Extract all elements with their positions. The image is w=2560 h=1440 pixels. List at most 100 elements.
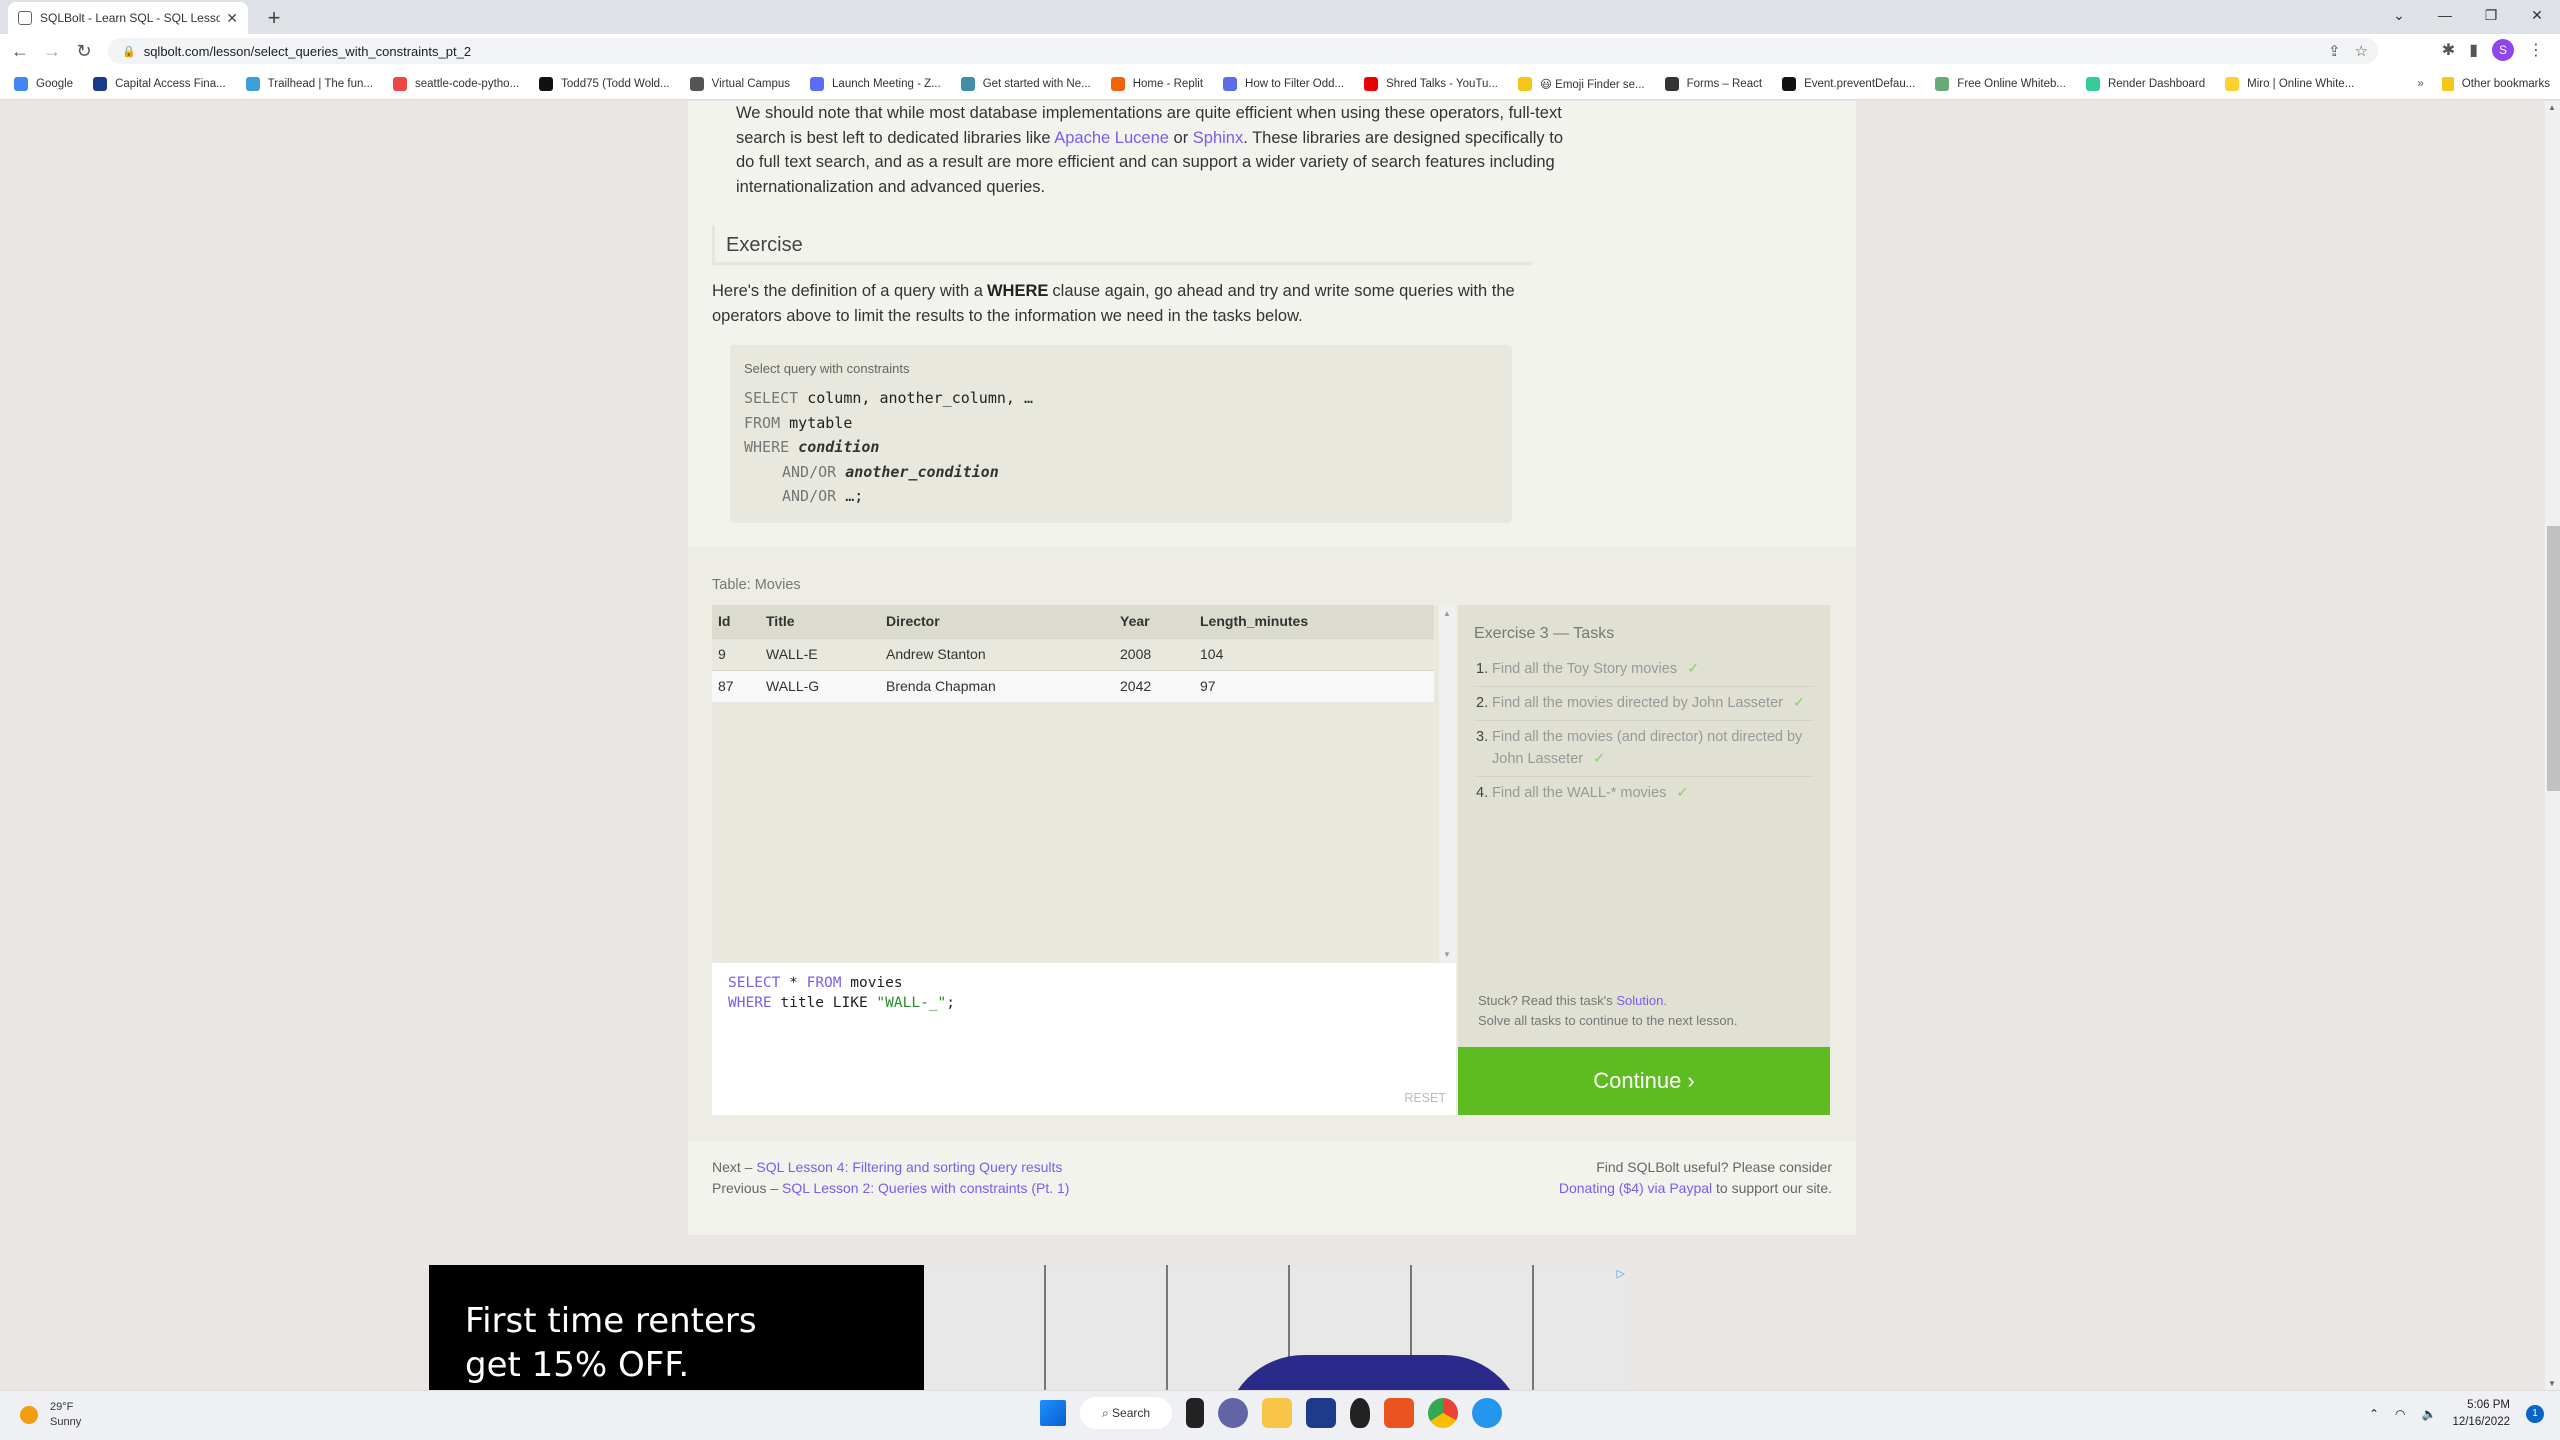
table-cell: 9: [712, 637, 760, 670]
restore-button[interactable]: ❐: [2468, 7, 2514, 24]
close-window-button[interactable]: ✕: [2514, 7, 2560, 24]
tab-search-icon[interactable]: ⌄: [2376, 7, 2422, 24]
browser-tab-active[interactable]: SQLBolt - Learn SQL - SQL Lesson ✕: [8, 2, 248, 34]
previous-lesson-link[interactable]: SQL Lesson 2: Queries with constraints (…: [782, 1180, 1069, 1196]
browser-tab-bar: SQLBolt - Learn SQL - SQL Lesson ✕ + ⌄ —…: [0, 0, 2560, 34]
syntax-code: SELECT column, another_column, … FROM myt…: [744, 386, 1498, 509]
volume-icon[interactable]: 🔈: [2421, 1407, 2436, 1421]
page-viewport: We should note that while most database …: [0, 101, 2545, 1390]
adchoices-icon[interactable]: ▷: [1617, 1267, 1625, 1280]
bookmark-favicon-icon: [1664, 76, 1679, 91]
bookmark-item[interactable]: Event.preventDefau...: [1782, 76, 1915, 91]
bookmark-item[interactable]: Render Dashboard: [2085, 76, 2205, 91]
teams-chat-icon[interactable]: [1218, 1398, 1248, 1428]
bookmark-item[interactable]: Capital Access Fina...: [93, 76, 226, 91]
start-button-icon[interactable]: [1040, 1400, 1066, 1426]
task-text: Find all the Toy Story movies: [1492, 661, 1678, 677]
bookmark-item[interactable]: seattle-code-pytho...: [392, 76, 519, 91]
syntax-line: WHERE condition: [744, 438, 880, 456]
scroll-down-arrow-icon[interactable]: ▼: [1443, 950, 1451, 959]
syntax-label: Select query with constraints: [744, 361, 910, 376]
chrome-icon[interactable]: [1428, 1398, 1458, 1428]
url-bar[interactable]: 🔒 sqlbolt.com/lesson/select_queries_with…: [108, 38, 2378, 64]
continue-button[interactable]: Continue ›: [1458, 1047, 1830, 1115]
file-explorer-icon[interactable]: [1262, 1398, 1292, 1428]
share-icon[interactable]: ⇪: [2328, 42, 2341, 60]
bookmark-star-icon[interactable]: ☆: [2355, 42, 2368, 60]
task-view-icon[interactable]: [1186, 1398, 1204, 1428]
ubuntu-icon[interactable]: [1384, 1398, 1414, 1428]
alienware-icon[interactable]: [1350, 1398, 1370, 1428]
next-lesson-link[interactable]: SQL Lesson 4: Filtering and sorting Quer…: [756, 1159, 1062, 1175]
side-panel-icon[interactable]: ▮: [2469, 40, 2478, 60]
wifi-icon[interactable]: ◠: [2395, 1407, 2405, 1421]
scroll-up-icon[interactable]: ▲: [2548, 103, 2556, 112]
bookmark-item[interactable]: Trailhead | The fun...: [245, 76, 373, 91]
clock[interactable]: 5:06 PM 12/16/2022: [2452, 1397, 2510, 1431]
reload-button[interactable]: ↻: [72, 39, 96, 63]
chrome-menu-icon[interactable]: ⋮: [2528, 40, 2544, 60]
back-button[interactable]: ←: [8, 39, 32, 63]
table-label: Table: Movies: [712, 577, 801, 593]
reset-button[interactable]: RESET: [1404, 1091, 1446, 1105]
new-tab-button[interactable]: +: [260, 4, 288, 32]
bookmark-favicon-icon: [1935, 76, 1950, 91]
bookmark-favicon-icon: [810, 76, 825, 91]
page-scrollbar[interactable]: ▲ ▼: [2545, 101, 2560, 1390]
sqlbolt-favicon-icon: [18, 11, 32, 25]
docker-icon[interactable]: [1472, 1398, 1502, 1428]
query-editor[interactable]: SELECT * FROM movies WHERE title LIKE "W…: [712, 963, 1456, 1115]
bookmark-label: Get started with Ne...: [982, 77, 1091, 90]
bookmark-item[interactable]: Launch Meeting - Z...: [810, 76, 941, 91]
query-code[interactable]: SELECT * FROM movies WHERE title LIKE "W…: [728, 973, 1440, 1013]
bookmark-item[interactable]: How to Filter Odd...: [1223, 76, 1345, 91]
apache-lucene-link[interactable]: Apache Lucene: [1054, 129, 1169, 147]
solution-link[interactable]: Solution: [1616, 993, 1663, 1008]
bookmark-label: 😃 Emoji Finder se...: [1539, 78, 1645, 91]
table-scrollbar[interactable]: ▲ ▼: [1439, 605, 1456, 963]
bookmark-label: Google: [36, 77, 74, 90]
bookmark-item[interactable]: Forms – React: [1664, 76, 1762, 91]
more-bookmarks-button[interactable]: »: [2417, 78, 2423, 90]
minimize-button[interactable]: —: [2422, 7, 2468, 23]
notification-badge[interactable]: 1: [2526, 1405, 2544, 1423]
bookmark-favicon-icon: [392, 76, 407, 91]
table-row: 9 WALL-E Andrew Stanton 2008 104: [712, 637, 1434, 670]
bookmark-item[interactable]: Free Online Whiteb...: [1935, 76, 2066, 91]
task-item: 3. Find all the movies (and director) not…: [1474, 721, 1814, 777]
bookmark-item[interactable]: Todd75 (Todd Wold...: [539, 76, 670, 91]
column-header: Id: [712, 605, 760, 638]
scroll-up-arrow-icon[interactable]: ▲: [1443, 609, 1451, 618]
bookmark-item[interactable]: Virtual Campus: [689, 76, 790, 91]
bookmark-favicon-icon: [1223, 76, 1238, 91]
tasks-title: Exercise 3 — Tasks: [1474, 625, 1615, 642]
bookmark-item[interactable]: Get started with Ne...: [960, 76, 1091, 91]
exercise-heading: Exercise: [712, 225, 1532, 265]
bookmark-item[interactable]: Miro | Online White...: [2225, 76, 2354, 91]
forward-button[interactable]: →: [40, 39, 64, 63]
weather-widget[interactable]: 29°F Sunny: [20, 1400, 81, 1430]
task-item: 1. Find all the Toy Story movies ✓: [1474, 653, 1814, 687]
bookmark-label: How to Filter Odd...: [1245, 77, 1345, 90]
close-tab-icon[interactable]: ✕: [226, 10, 238, 27]
bookmark-item[interactable]: Shred Talks - YouTu...: [1364, 76, 1498, 91]
taskbar-search[interactable]: ⌕ Search: [1080, 1397, 1172, 1429]
results-table: Id Title Director Year Length_minutes 9 WALL-…: [712, 605, 1434, 702]
scroll-down-icon[interactable]: ▼: [2548, 1379, 2556, 1388]
advertisement-banner[interactable]: First time renters get 15% OFF. ▷: [429, 1265, 1629, 1390]
other-bookmarks-folder[interactable]: Other bookmarks: [2462, 78, 2550, 90]
lesson-navigation: Next – SQL Lesson 4: Filtering and sorti…: [712, 1159, 1070, 1196]
url-text: sqlbolt.com/lesson/select_queries_with_c…: [143, 43, 472, 59]
extensions-puzzle-icon[interactable]: ✱: [2442, 40, 2455, 60]
exercise-intro: Here's the definition of a query with aW…: [712, 282, 1515, 325]
scrollbar-thumb[interactable]: [2547, 526, 2560, 791]
profile-avatar[interactable]: S: [2492, 39, 2514, 61]
show-hidden-icons-icon[interactable]: ⌃: [2369, 1407, 2379, 1421]
bookmark-item[interactable]: 😃 Emoji Finder se...: [1517, 76, 1645, 91]
bookmark-item[interactable]: Google: [14, 76, 74, 91]
sphinx-link[interactable]: Sphinx: [1193, 129, 1243, 147]
donate-link[interactable]: Donating ($4) via Paypal: [1559, 1180, 1712, 1196]
bookmark-item[interactable]: Home - Replit: [1110, 76, 1203, 91]
microsoft-store-icon[interactable]: [1306, 1398, 1336, 1428]
lesson-paragraph: We should note that while most database …: [736, 104, 1564, 196]
